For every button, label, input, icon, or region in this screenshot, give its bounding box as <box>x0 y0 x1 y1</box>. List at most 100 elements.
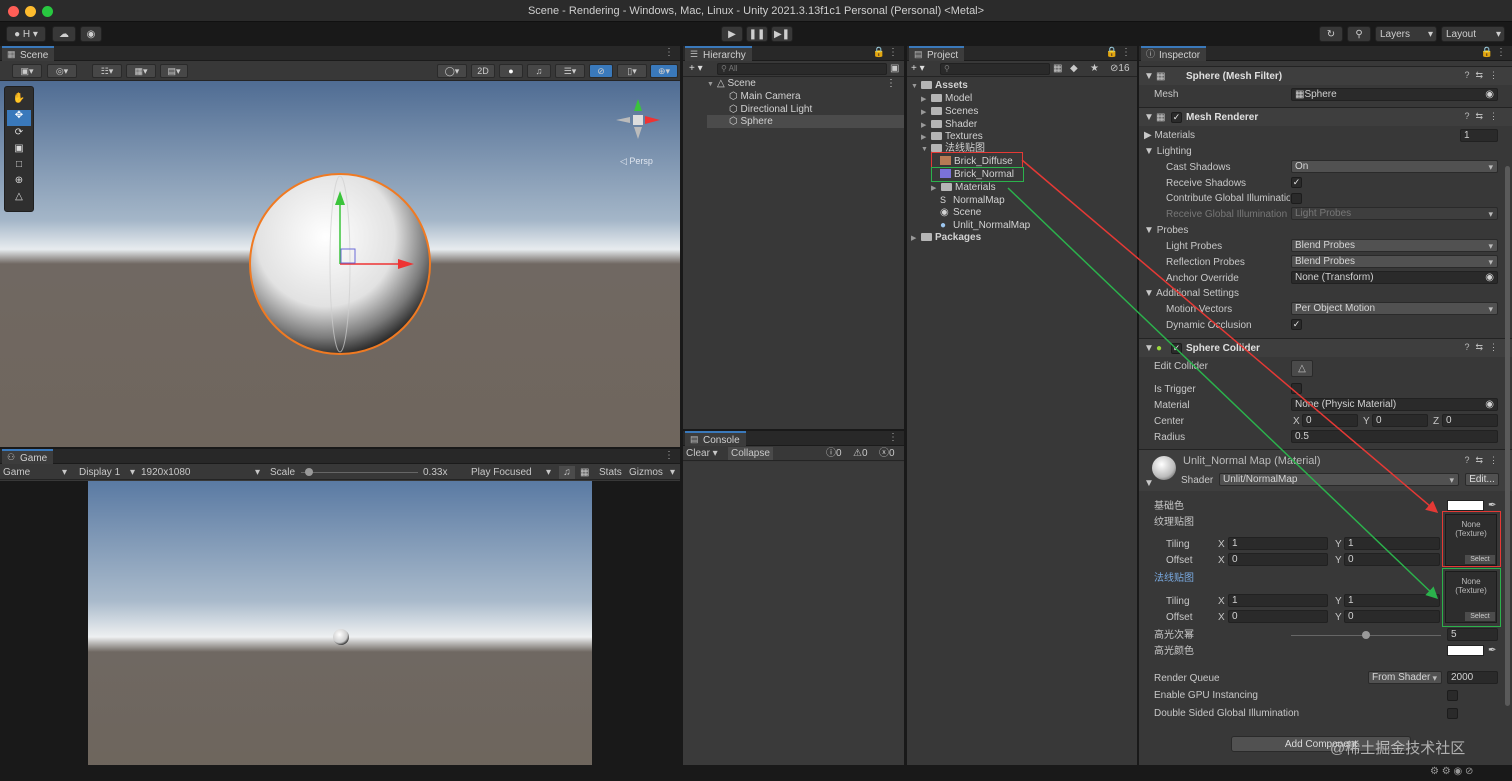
component-help-icons[interactable]: ?⇆⋮ <box>1464 111 1504 122</box>
contribute-gi-checkbox[interactable] <box>1291 193 1302 204</box>
shader-edit-button[interactable]: Edit... <box>1465 473 1499 486</box>
receive-shadows-checkbox[interactable]: ✓ <box>1291 177 1302 188</box>
filter-type-icon[interactable]: ▦ <box>1053 62 1062 75</box>
hand-tool-icon[interactable]: ✋ <box>5 93 33 109</box>
hierarchy-scene-row[interactable]: ▼ △ Scene ⋮ <box>707 77 902 90</box>
effects-icon[interactable]: ☰▾ <box>555 64 585 78</box>
project-menu-icon[interactable]: 🔒 ⋮ <box>1106 46 1131 60</box>
increment-icon[interactable]: ▤▾ <box>160 64 188 78</box>
hierarchy-search-input[interactable]: ⚲ All <box>717 63 887 75</box>
inspector-scrollbar[interactable] <box>1505 166 1510 706</box>
eyedropper-icon[interactable]: ✒ <box>1488 644 1496 657</box>
project-file-scene[interactable]: ◉ Scene <box>940 206 981 219</box>
double-sided-gi-checkbox[interactable] <box>1447 708 1458 719</box>
scale-slider-handle[interactable] <box>304 468 313 476</box>
center-y-field[interactable]: 0 <box>1372 414 1428 427</box>
status-icons[interactable]: ⚙ ⚙ ◉ ⊘ <box>1430 766 1473 777</box>
tab-scene[interactable]: ▦ Scene <box>2 46 55 61</box>
game-viewport[interactable] <box>0 481 680 781</box>
add-object-button[interactable]: + ▾ <box>689 62 703 75</box>
center-z-field[interactable]: 0 <box>1442 414 1498 427</box>
normal-tiling-y-field[interactable]: 1 <box>1344 594 1440 607</box>
texture-offset-x-field[interactable]: 0 <box>1228 553 1328 566</box>
scale-slider[interactable] <box>301 472 418 473</box>
game-menu-icon[interactable]: ⋮ <box>664 449 674 463</box>
grid-icon[interactable]: ▦▾ <box>126 64 156 78</box>
object-picker-icon[interactable]: ◉ <box>1485 399 1494 410</box>
pause-button[interactable]: ❚❚ <box>746 26 768 42</box>
additional-settings-foldout[interactable]: ▼ Additional Settings <box>1144 287 1239 300</box>
layout-dropdown[interactable]: Layout ▾ <box>1441 26 1505 42</box>
light-probes-dropdown[interactable]: Blend Probes <box>1291 239 1498 252</box>
base-color-swatch[interactable] <box>1447 500 1484 511</box>
global-icon[interactable]: ◎▾ <box>47 64 77 78</box>
component-help-icons[interactable]: ?⇆⋮ <box>1464 70 1504 81</box>
filter-label-icon[interactable]: ◆ <box>1070 62 1078 75</box>
texture-tiling-x-field[interactable]: 1 <box>1228 537 1328 550</box>
hidden-packages-count[interactable]: ⊘16 <box>1110 62 1130 75</box>
normal-offset-x-field[interactable]: 0 <box>1228 610 1328 623</box>
hierarchy-item-sphere[interactable]: ⬡ Sphere <box>707 115 904 128</box>
custom-tool-icon[interactable]: △ <box>5 191 33 207</box>
object-picker-icon[interactable]: ◉ <box>1485 272 1494 283</box>
hidden-objects-icon[interactable]: ⊘ <box>589 64 613 78</box>
camera-icon[interactable]: ▯▾ <box>617 64 647 78</box>
gloss-value-field[interactable]: 5 <box>1447 628 1498 641</box>
tab-game[interactable]: ⚇ Game <box>2 449 54 464</box>
texture-tiling-y-field[interactable]: 1 <box>1344 537 1440 550</box>
component-help-icons[interactable]: ?⇆⋮ <box>1464 455 1504 466</box>
center-x-field[interactable]: 0 <box>1302 414 1358 427</box>
favorite-icon[interactable]: ★ <box>1090 62 1099 75</box>
mesh-filter-header[interactable]: ▼ ▦ Sphere (Mesh Filter) ?⇆⋮ <box>1139 66 1512 85</box>
tab-inspector[interactable]: ⓘ Inspector <box>1141 46 1207 61</box>
render-queue-field[interactable]: 2000 <box>1447 671 1498 684</box>
shading-icon[interactable]: ◯▾ <box>437 64 467 78</box>
mute-audio-icon[interactable]: ♫ <box>559 466 575 479</box>
material-header[interactable]: Unlit_Normal Map (Material) ?⇆⋮ ▼ Shader… <box>1139 449 1512 491</box>
probes-foldout[interactable]: ▼ Probes <box>1144 224 1188 237</box>
audio-icon[interactable]: ♫ <box>527 64 551 78</box>
info-count[interactable]: ⓘ0 <box>826 447 842 460</box>
is-trigger-checkbox[interactable] <box>1291 383 1302 394</box>
console-log-area[interactable] <box>683 462 904 781</box>
project-packages-folder[interactable]: ▶ Packages <box>911 231 981 244</box>
reflection-probes-dropdown[interactable]: Blend Probes <box>1291 255 1498 268</box>
warning-count[interactable]: ⚠0 <box>853 447 868 460</box>
create-asset-button[interactable]: + ▾ <box>911 62 925 75</box>
gpu-instancing-checkbox[interactable] <box>1447 690 1458 701</box>
object-picker-icon[interactable]: ◉ <box>1485 89 1494 100</box>
normal-tiling-x-field[interactable]: 1 <box>1228 594 1328 607</box>
normal-offset-y-field[interactable]: 0 <box>1344 610 1440 623</box>
project-folder-scenes[interactable]: ▶ Scenes <box>921 105 978 118</box>
gizmos-icon[interactable]: ⊕▾ <box>650 64 678 78</box>
anchor-override-field[interactable]: None (Transform) ◉ <box>1291 271 1498 284</box>
lighting-foldout[interactable]: ▼ Lighting <box>1144 145 1192 158</box>
move-tool-icon[interactable]: ✥ <box>7 110 31 126</box>
project-assets-folder[interactable]: ▼ Assets <box>911 79 968 92</box>
cloud-icon[interactable]: ☁ <box>52 26 76 42</box>
project-folder-materials[interactable]: ▶ Materials <box>931 181 996 194</box>
hierarchy-menu-icon[interactable]: 🔒 ⋮ <box>873 46 898 60</box>
tab-console[interactable]: ▤ Console <box>685 431 746 446</box>
materials-count-field[interactable]: 1 <box>1460 129 1498 142</box>
scene-row-menu-icon[interactable]: ⋮ <box>886 77 896 90</box>
tab-hierarchy[interactable]: ☰ Hierarchy <box>685 46 752 61</box>
gloss-slider-handle[interactable] <box>1362 631 1370 639</box>
materials-foldout[interactable]: ▶ Materials <box>1144 129 1195 142</box>
project-folder-model[interactable]: ▶ Model <box>921 92 972 105</box>
cast-shadows-dropdown[interactable]: On <box>1291 160 1498 173</box>
specular-color-swatch[interactable] <box>1447 645 1484 656</box>
history-icon[interactable]: ↻ <box>1319 26 1343 42</box>
account-dropdown[interactable]: ● H ▾ <box>6 26 46 42</box>
layers-dropdown[interactable]: Layers ▾ <box>1375 26 1437 42</box>
transform-tool-icon[interactable]: ⊕ <box>5 175 33 191</box>
error-count[interactable]: ⓧ0 <box>879 447 895 460</box>
game-view-dropdown[interactable]: Game ▾ <box>3 466 69 479</box>
sphere-collider-header[interactable]: ▼ ● ✓ Sphere Collider ?⇆⋮ <box>1139 338 1512 357</box>
mesh-renderer-enabled-checkbox[interactable]: ✓ <box>1171 112 1182 123</box>
snap-icon[interactable]: ☷▾ <box>92 64 122 78</box>
project-search-input[interactable]: ⚲ <box>940 63 1050 75</box>
mesh-renderer-header[interactable]: ▼ ▦ ✓ Mesh Renderer ?⇆⋮ <box>1139 107 1512 126</box>
sphere-collider-enabled-checkbox[interactable]: ✓ <box>1171 343 1182 354</box>
grid-toggle-icon[interactable]: ▦ <box>580 466 589 479</box>
